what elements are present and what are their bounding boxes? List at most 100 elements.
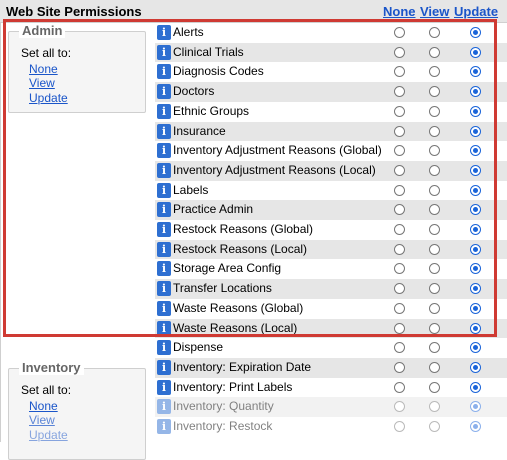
view-radio[interactable] bbox=[429, 322, 440, 334]
info-icon[interactable]: i bbox=[157, 143, 171, 159]
none-radio[interactable] bbox=[394, 342, 405, 354]
info-icon[interactable]: i bbox=[157, 222, 171, 237]
none-radio[interactable] bbox=[394, 381, 405, 393]
update-radio[interactable] bbox=[470, 283, 481, 295]
none-radio[interactable] bbox=[394, 401, 405, 413]
update-radio[interactable] bbox=[470, 224, 481, 235]
info-icon[interactable]: i bbox=[157, 261, 171, 277]
admin-set-view-link[interactable]: View bbox=[29, 76, 55, 90]
permission-label: Dispense bbox=[173, 340, 224, 355]
none-radio[interactable] bbox=[394, 361, 405, 373]
admin-set-none-link[interactable]: None bbox=[29, 62, 58, 76]
view-radio[interactable] bbox=[429, 224, 440, 235]
set-all-none-link[interactable]: None bbox=[383, 4, 416, 19]
none-radio[interactable] bbox=[394, 224, 405, 235]
info-icon[interactable]: i bbox=[157, 320, 171, 336]
view-radio[interactable] bbox=[429, 164, 440, 176]
info-icon[interactable]: i bbox=[157, 84, 171, 100]
update-radio[interactable] bbox=[470, 164, 481, 176]
info-icon[interactable]: i bbox=[157, 340, 171, 356]
none-radio[interactable] bbox=[394, 66, 405, 78]
info-icon[interactable]: i bbox=[157, 399, 171, 415]
update-radio[interactable] bbox=[470, 145, 481, 157]
inventory-set-update-link[interactable]: Update bbox=[29, 428, 68, 442]
none-radio[interactable] bbox=[394, 145, 405, 157]
update-radio[interactable] bbox=[470, 125, 481, 137]
inventory-group: Inventory Set all to: None View Update bbox=[8, 360, 146, 460]
none-radio[interactable] bbox=[394, 46, 405, 58]
update-radio[interactable] bbox=[470, 27, 481, 38]
permission-row: i Inventory: Quantity bbox=[155, 397, 507, 417]
update-radio[interactable] bbox=[470, 381, 481, 393]
update-radio[interactable] bbox=[470, 401, 481, 413]
update-radio[interactable] bbox=[470, 86, 481, 98]
view-radio[interactable] bbox=[429, 283, 440, 295]
info-icon[interactable]: i bbox=[157, 241, 171, 257]
info-icon[interactable]: i bbox=[157, 64, 171, 80]
update-radio[interactable] bbox=[470, 322, 481, 334]
none-radio[interactable] bbox=[394, 27, 405, 38]
view-radio[interactable] bbox=[429, 184, 440, 196]
none-radio[interactable] bbox=[394, 302, 405, 314]
info-icon[interactable]: i bbox=[157, 359, 171, 375]
view-radio[interactable] bbox=[429, 381, 440, 393]
info-icon[interactable]: i bbox=[157, 103, 171, 119]
inventory-set-none-link[interactable]: None bbox=[29, 399, 58, 413]
info-icon[interactable]: i bbox=[157, 202, 171, 218]
view-radio[interactable] bbox=[429, 243, 440, 255]
view-radio[interactable] bbox=[429, 361, 440, 373]
info-icon[interactable]: i bbox=[157, 300, 171, 316]
none-radio[interactable] bbox=[394, 322, 405, 334]
info-icon[interactable]: i bbox=[157, 182, 171, 198]
update-radio[interactable] bbox=[470, 302, 481, 314]
set-all-update-link[interactable]: Update bbox=[454, 4, 498, 19]
view-radio[interactable] bbox=[429, 86, 440, 98]
update-radio[interactable] bbox=[470, 361, 481, 373]
info-icon[interactable]: i bbox=[157, 379, 171, 395]
none-radio[interactable] bbox=[394, 164, 405, 176]
admin-set-update-link[interactable]: Update bbox=[29, 91, 68, 105]
view-radio[interactable] bbox=[429, 421, 440, 432]
update-radio[interactable] bbox=[470, 105, 481, 117]
set-all-view-link[interactable]: View bbox=[420, 4, 449, 19]
view-radio[interactable] bbox=[429, 302, 440, 314]
info-icon[interactable]: i bbox=[157, 162, 171, 178]
view-radio[interactable] bbox=[429, 46, 440, 58]
none-radio[interactable] bbox=[394, 125, 405, 137]
update-radio[interactable] bbox=[470, 263, 481, 275]
none-radio[interactable] bbox=[394, 204, 405, 216]
view-radio[interactable] bbox=[429, 105, 440, 117]
permission-label: Ethnic Groups bbox=[173, 103, 250, 118]
update-radio[interactable] bbox=[470, 243, 481, 255]
info-icon[interactable]: i bbox=[157, 123, 171, 139]
info-icon[interactable]: i bbox=[157, 281, 171, 297]
permission-label: Labels bbox=[173, 182, 209, 197]
view-radio[interactable] bbox=[429, 66, 440, 78]
none-radio[interactable] bbox=[394, 421, 405, 432]
update-radio[interactable] bbox=[470, 421, 481, 432]
view-radio[interactable] bbox=[429, 401, 440, 413]
permission-label: Inventory: Expiration Date bbox=[173, 359, 312, 374]
update-radio[interactable] bbox=[470, 46, 481, 58]
none-radio[interactable] bbox=[394, 105, 405, 117]
none-radio[interactable] bbox=[394, 283, 405, 295]
none-radio[interactable] bbox=[394, 184, 405, 196]
none-radio[interactable] bbox=[394, 263, 405, 275]
info-icon[interactable]: i bbox=[157, 419, 171, 434]
view-radio[interactable] bbox=[429, 125, 440, 137]
update-radio[interactable] bbox=[470, 66, 481, 78]
info-icon[interactable]: i bbox=[157, 44, 171, 60]
view-radio[interactable] bbox=[429, 342, 440, 354]
inventory-set-view-link[interactable]: View bbox=[29, 413, 55, 427]
view-radio[interactable] bbox=[429, 263, 440, 275]
info-icon[interactable]: i bbox=[157, 25, 171, 40]
view-radio[interactable] bbox=[429, 27, 440, 38]
none-radio[interactable] bbox=[394, 243, 405, 255]
update-radio[interactable] bbox=[470, 184, 481, 196]
view-radio[interactable] bbox=[429, 145, 440, 157]
view-radio[interactable] bbox=[429, 204, 440, 216]
update-radio[interactable] bbox=[470, 204, 481, 216]
permission-row: i Inventory Adjustment Reasons (Global) bbox=[155, 141, 507, 161]
none-radio[interactable] bbox=[394, 86, 405, 98]
update-radio[interactable] bbox=[470, 342, 481, 354]
